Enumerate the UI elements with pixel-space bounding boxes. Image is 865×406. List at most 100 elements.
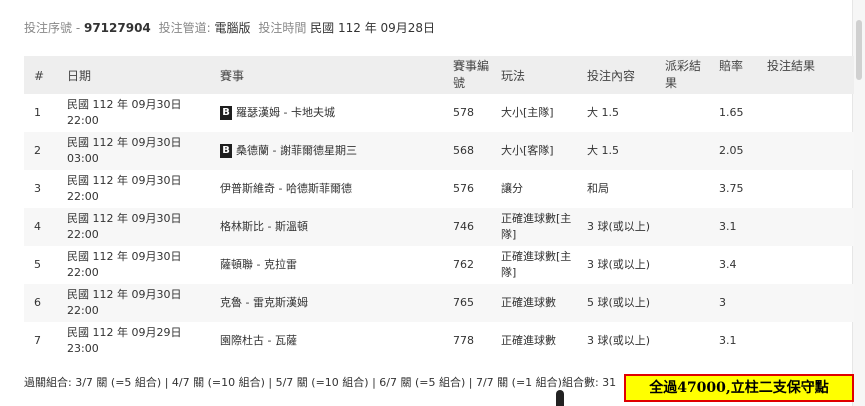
- col-header-odds: 賠率: [711, 56, 759, 94]
- row-play: 大小[客隊]: [493, 132, 579, 170]
- row-match-code: 778: [453, 334, 474, 347]
- row-match-cell: B 桑德蘭 - 謝菲爾德星期三: [212, 132, 445, 170]
- row-odds: 3.75: [719, 182, 744, 195]
- row-time: 22:00: [67, 228, 99, 241]
- row-date-cell: 民國 112 年 09月30日 22:00: [59, 284, 212, 322]
- row-time: 22:00: [67, 266, 99, 279]
- col-header-payout-result: 派彩結果: [657, 56, 711, 94]
- row-date-cell: 民國 112 年 09月30日 22:00: [59, 94, 212, 132]
- row-play: 正確進球數[主隊]: [501, 250, 572, 279]
- row-time: 22:00: [67, 304, 99, 317]
- row-match-cell: B 羅瑟漢姆 - 卡地夫城: [212, 94, 445, 132]
- row-match-code: 578: [453, 106, 474, 119]
- table-row: 1 民國 112 年 09月30日 22:00 B 羅瑟漢姆 - 卡地夫城 578 …: [24, 94, 854, 132]
- row-date: 民國 112 年 09月30日: [67, 98, 182, 111]
- row-match-code: 576: [453, 182, 474, 195]
- row-payout: [657, 94, 711, 132]
- row-date: 民國 112 年 09月30日: [67, 174, 182, 187]
- row-odds: 1.65: [719, 106, 744, 119]
- row-odds: 3.1: [711, 208, 759, 246]
- col-header-play: 玩法: [493, 56, 579, 94]
- row-payout: [657, 208, 711, 246]
- row-payout: [657, 322, 711, 360]
- row-number: 7: [34, 334, 41, 347]
- row-date-cell: 民國 112 年 09月29日 23:00: [59, 322, 212, 360]
- row-bet-content: 大 1.5: [579, 132, 657, 170]
- row-date-cell: 民國 112 年 09月30日 03:00: [59, 132, 212, 170]
- row-play: 正確進球數: [501, 334, 556, 347]
- row-number: 6: [24, 284, 59, 322]
- row-date: 民國 112 年 09月30日: [67, 136, 182, 149]
- row-odds: 3.4: [719, 258, 737, 271]
- row-result: [759, 94, 854, 132]
- row-payout: [657, 132, 711, 170]
- table-row: 7 民國 112 年 09月29日 23:00 園際杜古 - 瓦薩 778 正確進…: [24, 322, 854, 360]
- col-header-bet-content: 投注內容: [579, 56, 657, 94]
- row-payout: [657, 246, 711, 284]
- table-header-row: # 日期 賽事 賽事編號 玩法 投注內容 派彩結果 賠率 投注結果: [24, 56, 854, 94]
- serial-label: 投注序號 -: [24, 21, 81, 35]
- row-payout: [657, 284, 711, 322]
- row-time: 03:00: [67, 152, 99, 165]
- col-header-date: 日期: [59, 56, 212, 94]
- row-play: 正確進球數[主隊]: [493, 208, 579, 246]
- row-time: 22:00: [67, 190, 99, 203]
- bet-info-line: 投注序號 - 97127904 投注管道: 電腦版 投注時間 民國 112 年 …: [24, 19, 435, 36]
- col-header-match: 賽事: [212, 56, 445, 94]
- row-bet-content: 3 球(或以上): [587, 258, 651, 271]
- row-result: [759, 132, 854, 170]
- parlay-summary: 過關組合: 3/7 關 (=5 組合) | 4/7 關 (=10 組合) | 5…: [24, 376, 617, 389]
- row-number: 2: [24, 132, 59, 170]
- row-play: 大小[主隊]: [501, 106, 554, 119]
- table-row: 4 民國 112 年 09月30日 22:00 格林斯比 - 斯溫頓 746 正確…: [24, 208, 854, 246]
- row-result: [759, 322, 854, 360]
- row-match: 薩頓聯 - 克拉雷: [220, 258, 297, 271]
- row-result: [759, 284, 854, 322]
- col-header-bet-result: 投注結果: [759, 56, 854, 94]
- serial-value: 97127904: [83, 21, 151, 35]
- row-match-code: 568: [445, 132, 493, 170]
- row-match: 克魯 - 雷克斯漢姆: [212, 284, 445, 322]
- notice-banner: 全過47000,立柱二支保守點: [624, 374, 854, 402]
- row-date-cell: 民國 112 年 09月30日 22:00: [59, 170, 212, 208]
- row-match: 羅瑟漢姆 - 卡地夫城: [236, 106, 335, 119]
- row-date: 民國 112 年 09月30日: [67, 250, 182, 263]
- row-play: 正確進球數: [493, 284, 579, 322]
- match-badge: B: [220, 144, 232, 158]
- col-header-number: #: [24, 56, 59, 94]
- channel-label: 投注管道:: [158, 21, 211, 35]
- row-match-code: 746: [445, 208, 493, 246]
- row-payout: [657, 170, 711, 208]
- row-bet-content: 大 1.5: [587, 106, 619, 119]
- row-date: 民國 112 年 09月30日: [67, 288, 182, 301]
- table-row: 2 民國 112 年 09月30日 03:00 B 桑德蘭 - 謝菲爾德星期三 56…: [24, 132, 854, 170]
- table-row: 6 民國 112 年 09月30日 22:00 克魯 - 雷克斯漢姆 765 正確…: [24, 284, 854, 322]
- row-date: 民國 112 年 09月29日: [67, 326, 182, 339]
- table-row: 5 民國 112 年 09月30日 22:00 薩頓聯 - 克拉雷 762 正確進…: [24, 246, 854, 284]
- row-match-code: 765: [445, 284, 493, 322]
- row-match: 桑德蘭 - 謝菲爾德星期三: [236, 144, 357, 157]
- row-odds: 2.05: [711, 132, 759, 170]
- row-bet-content: 3 球(或以上): [587, 334, 651, 347]
- row-time: 22:00: [67, 114, 99, 127]
- row-time: 23:00: [67, 342, 99, 355]
- time-value: 民國 112 年 09月28日: [310, 21, 436, 35]
- row-odds: 3: [711, 284, 759, 322]
- row-date-cell: 民國 112 年 09月30日 22:00: [59, 246, 212, 284]
- row-odds: 3.1: [719, 334, 737, 347]
- row-match: 園際杜古 - 瓦薩: [220, 334, 297, 347]
- match-badge: B: [220, 106, 232, 120]
- row-play: 讓分: [501, 182, 523, 195]
- row-result: [759, 170, 854, 208]
- cursor-handle: [556, 390, 564, 406]
- row-date: 民國 112 年 09月30日: [67, 212, 182, 225]
- row-match: 伊普斯維奇 - 哈德斯菲爾德: [220, 182, 352, 195]
- row-match: 格林斯比 - 斯溫頓: [212, 208, 445, 246]
- scrollbar-thumb[interactable]: [856, 20, 862, 80]
- row-bet-content: 3 球(或以上): [579, 208, 657, 246]
- row-bet-content: 和局: [587, 182, 609, 195]
- channel-value: 電腦版: [214, 21, 251, 35]
- row-result: [759, 246, 854, 284]
- bet-table: # 日期 賽事 賽事編號 玩法 投注內容 派彩結果 賠率 投注結果 1 民國 1…: [24, 56, 854, 360]
- table-row: 3 民國 112 年 09月30日 22:00 伊普斯維奇 - 哈德斯菲爾德 57…: [24, 170, 854, 208]
